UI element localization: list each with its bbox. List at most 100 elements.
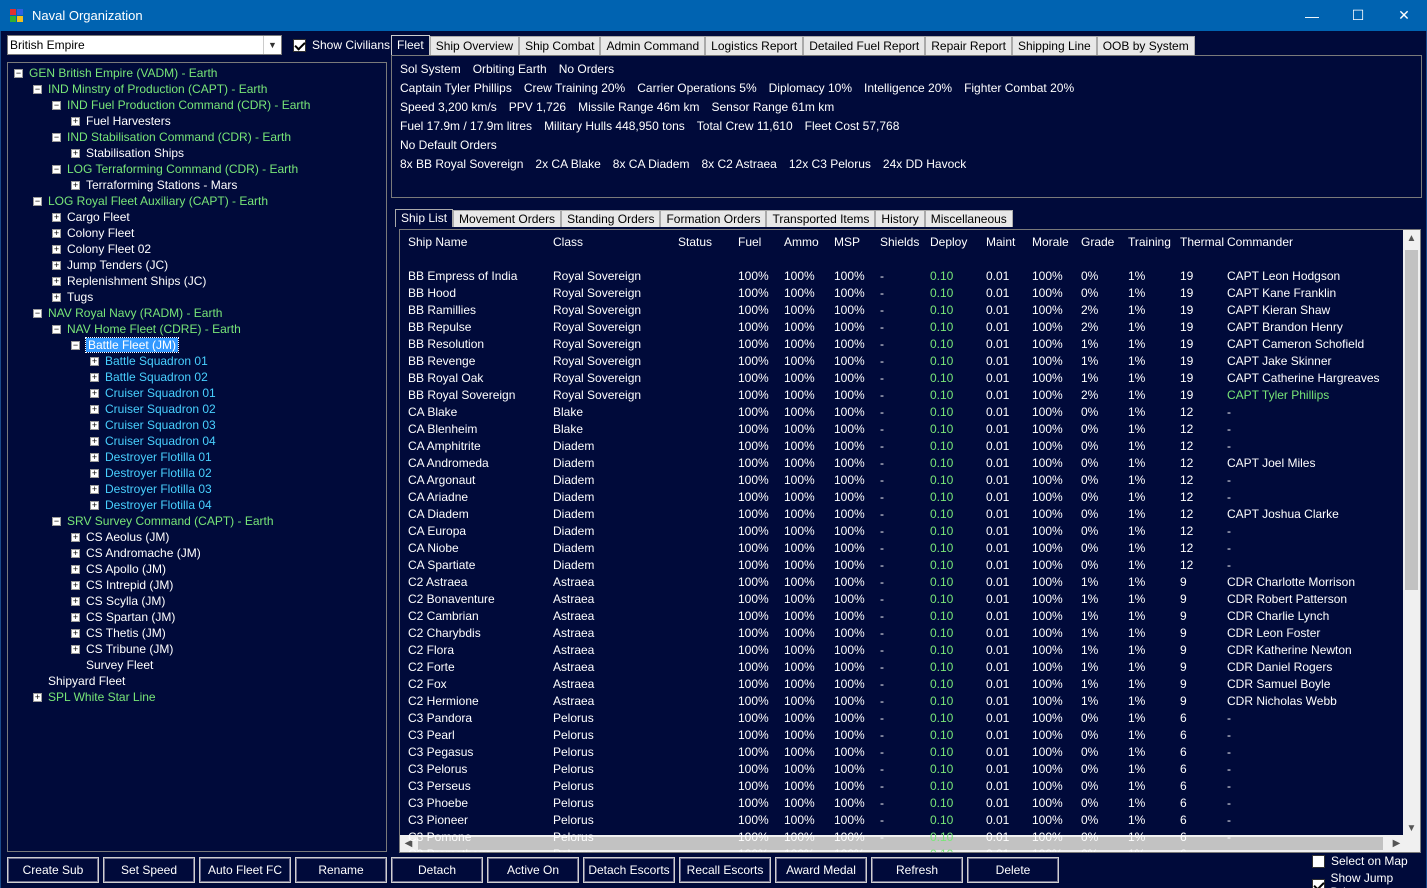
ship-name-cell[interactable]: BB Royal Oak [408,371,483,385]
empire-select[interactable]: British Empire ▼ [7,35,282,55]
expand-icon[interactable]: + [90,468,99,478]
tree-node[interactable]: + Destroyer Flotilla 02 [90,465,212,481]
column-header[interactable]: Training [1128,235,1171,249]
expand-icon[interactable]: + [71,644,80,654]
tree-node[interactable]: + SPL White Star Line [33,689,156,705]
maximize-button[interactable]: ☐ [1335,0,1381,31]
expand-icon[interactable]: + [52,276,61,286]
column-header[interactable]: Maint [986,235,1015,249]
tree-node[interactable]: + Terraforming Stations - Mars [71,177,237,193]
chevron-down-icon[interactable]: ▼ [263,36,281,54]
tree-node[interactable]: − LOG Terraforming Command (CDR) - Earth [52,161,298,177]
ship-name-cell[interactable]: C3 Pomone [408,830,471,844]
ship-name-cell[interactable]: CA Diadem [408,507,469,521]
expand-icon[interactable]: + [90,436,99,446]
scroll-right-icon[interactable]: ▶ [1388,835,1405,852]
expand-icon[interactable]: + [90,452,99,462]
subtab-ship-list[interactable]: Ship List [395,209,454,227]
ship-name-cell[interactable]: BB Royal Sovereign [408,388,515,402]
column-header[interactable]: Fuel [738,235,761,249]
tree-node[interactable]: + CS Scylla (JM) [71,593,165,609]
tree-node[interactable]: + Fuel Harvesters [71,113,171,129]
tree-node[interactable]: + CS Andromache (JM) [71,545,201,561]
ship-name-cell[interactable]: CA Blake [408,405,457,419]
expand-icon[interactable]: + [71,116,80,126]
tree-node[interactable]: − GEN British Empire (VADM) - Earth [14,65,217,81]
tree-node[interactable]: + Colony Fleet 02 [52,241,151,257]
collapse-icon[interactable]: − [14,68,23,78]
tree-node[interactable]: + Battle Squadron 02 [90,369,208,385]
refresh-button[interactable]: Refresh [870,856,964,884]
ship-name-cell[interactable]: C2 Charybdis [408,626,481,640]
tree-node[interactable]: + Cargo Fleet [52,209,130,225]
ship-name-cell[interactable]: C2 Cambrian [408,609,479,623]
vertical-scrollbar[interactable]: ▲ ▼ [1403,230,1420,852]
expand-icon[interactable]: + [71,532,80,542]
tree-node[interactable]: + Jump Tenders (JC) [52,257,168,273]
column-header[interactable]: Morale [1032,235,1069,249]
column-header[interactable]: Ammo [784,235,819,249]
ship-name-cell[interactable]: C2 Fox [408,677,447,691]
delete-button[interactable]: Delete [966,856,1060,884]
collapse-icon[interactable]: − [52,516,61,526]
tree-node[interactable]: + CS Aeolus (JM) [71,529,169,545]
expand-icon[interactable]: + [52,292,61,302]
ship-name-cell[interactable]: CA Blenheim [408,422,477,436]
expand-icon[interactable]: + [71,180,80,190]
collapse-icon[interactable]: − [33,308,42,318]
rename-button[interactable]: Rename [294,856,388,884]
ship-name-cell[interactable]: C2 Hermione [408,694,479,708]
minimize-button[interactable]: — [1289,0,1335,31]
expand-icon[interactable]: + [52,244,61,254]
set-speed-button[interactable]: Set Speed [102,856,196,884]
tree-node[interactable]: + CS Intrepid (JM) [71,577,173,593]
scroll-thumb[interactable] [1405,250,1418,590]
checkbox-icon[interactable] [1312,878,1325,888]
ship-name-cell[interactable]: CA Niobe [408,541,459,555]
tab-oob-by-system[interactable]: OOB by System [1096,36,1195,55]
column-header[interactable]: Status [678,235,712,249]
tab-logistics-report[interactable]: Logistics Report [705,36,804,55]
tree-node[interactable]: + Destroyer Flotilla 01 [90,449,212,465]
recall-escorts-button[interactable]: Recall Escorts [678,856,772,884]
tree-node[interactable]: + Battle Squadron 01 [90,353,208,369]
column-header[interactable]: Shields [880,235,919,249]
ship-name-cell[interactable]: C2 Flora [408,643,454,657]
subtab-formation-orders[interactable]: Formation Orders [660,210,767,227]
column-header[interactable]: Grade [1081,235,1114,249]
collapse-icon[interactable]: − [71,340,80,350]
expand-icon[interactable]: + [71,564,80,574]
tree-node[interactable]: + CS Thetis (JM) [71,625,166,641]
expand-icon[interactable]: + [90,404,99,414]
column-header[interactable]: Commander [1227,235,1293,249]
expand-icon[interactable]: + [90,372,99,382]
expand-icon[interactable]: + [52,228,61,238]
ship-name-cell[interactable]: BB Empress of India [408,269,517,283]
ship-name-cell[interactable]: CA Spartiate [408,558,475,572]
auto-fleet-fc-button[interactable]: Auto Fleet FC [198,856,292,884]
tree-node[interactable]: + Cruiser Squadron 02 [90,401,216,417]
expand-icon[interactable]: + [90,420,99,430]
tab-repair-report[interactable]: Repair Report [925,36,1012,55]
fleet-tree[interactable]: − GEN British Empire (VADM) - Earth − IND M… [7,62,387,852]
scroll-up-icon[interactable]: ▲ [1403,230,1420,247]
tab-shipping-line[interactable]: Shipping Line [1011,36,1097,55]
scroll-down-icon[interactable]: ▼ [1403,820,1420,837]
tree-node[interactable]: + Destroyer Flotilla 04 [90,497,212,513]
tab-ship-overview[interactable]: Ship Overview [429,36,520,55]
expand-icon[interactable]: + [90,356,99,366]
column-header[interactable]: Ship Name [408,235,467,249]
ship-name-cell[interactable]: C3 Pioneer [408,813,468,827]
expand-icon[interactable]: + [71,628,80,638]
tree-node[interactable]: − NAV Royal Navy (RADM) - Earth [33,305,222,321]
tree-node[interactable]: − Battle Fleet (JM) [71,337,180,353]
subtab-standing-orders[interactable]: Standing Orders [561,210,661,227]
ship-name-cell[interactable]: CA Europa [408,524,466,538]
tree-node[interactable]: Shipyard Fleet [33,673,125,689]
collapse-icon[interactable]: − [52,100,61,110]
tab-detailed-fuel-report[interactable]: Detailed Fuel Report [803,36,926,55]
collapse-icon[interactable]: − [33,84,42,94]
ship-name-cell[interactable]: C3 Pandora [408,711,472,725]
ship-name-cell[interactable]: CA Ariadne [408,490,468,504]
tab-fleet[interactable]: Fleet [391,35,430,55]
